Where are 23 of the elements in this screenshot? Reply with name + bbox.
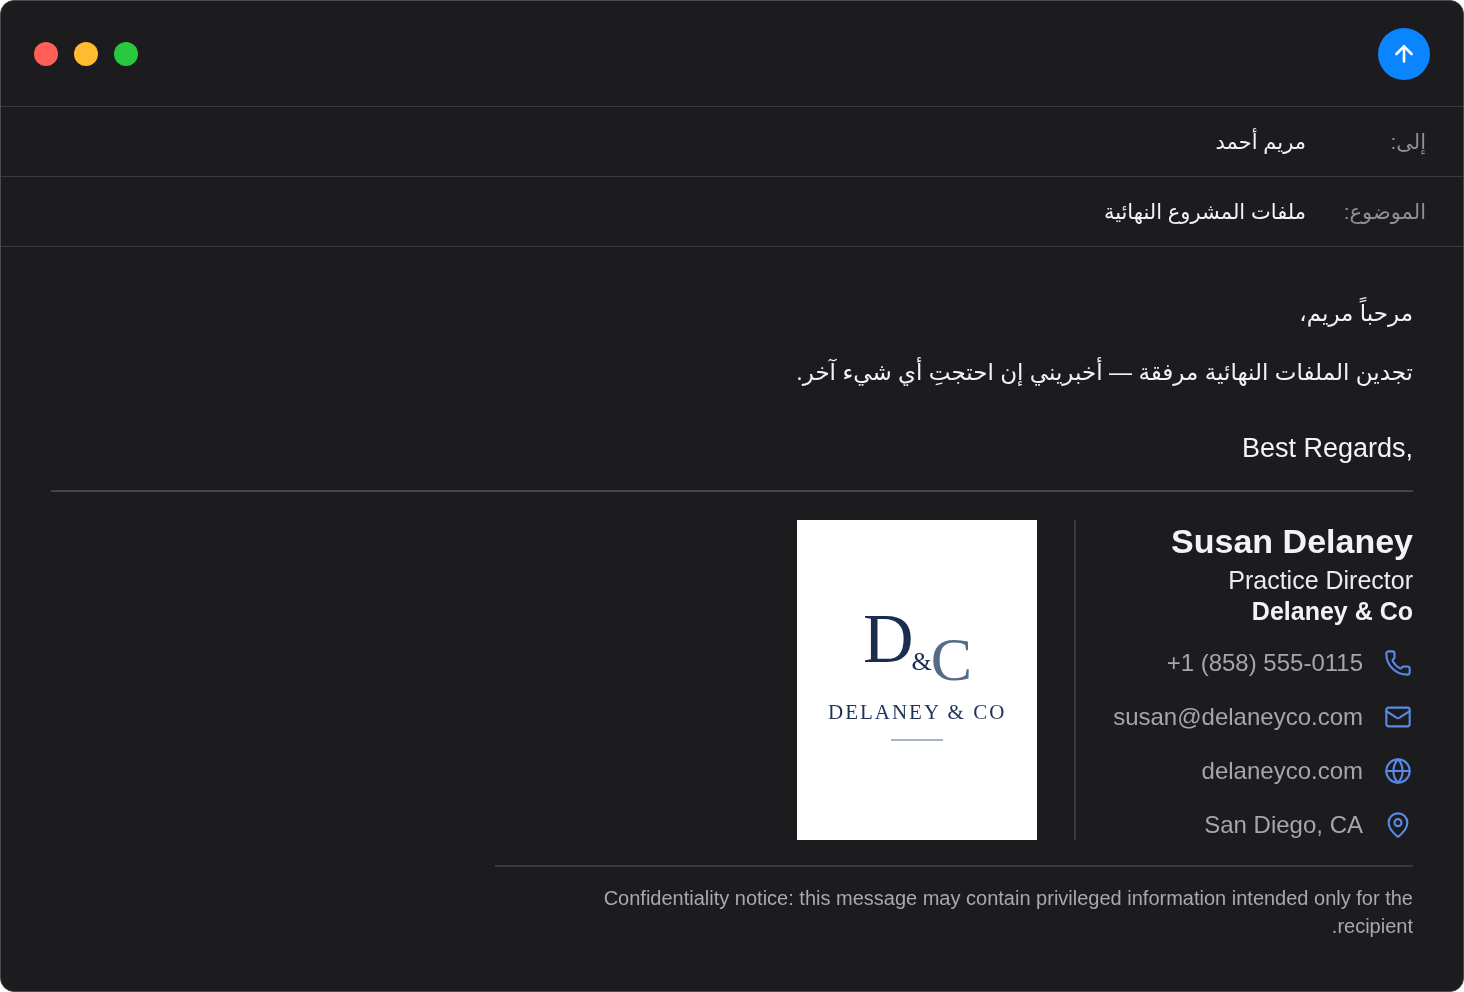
confidentiality-notice: Confidentiality notice: this message may contain privileged information intended only for the recipient. bbox=[602, 886, 1413, 939]
field-value[interactable]: ملفات المشروع النهائية bbox=[1103, 199, 1306, 224]
globe-icon bbox=[1383, 756, 1413, 786]
field-label: الموضوع: bbox=[1342, 199, 1426, 224]
location-text[interactable]: San Diego, CA bbox=[1204, 811, 1363, 839]
signature-title: Practice Director bbox=[1228, 565, 1413, 596]
zoom-button[interactable] bbox=[114, 41, 138, 66]
field-value[interactable]: مريم أحمد bbox=[1215, 129, 1306, 154]
monogram-logo: D&C bbox=[863, 616, 971, 682]
phone-number[interactable]: +1 (858) 555-0115 bbox=[1166, 649, 1363, 677]
email-address[interactable]: susan@delaneyco.com bbox=[1113, 703, 1363, 731]
closing-line: Best Regards, bbox=[1241, 432, 1413, 464]
close-button[interactable] bbox=[34, 41, 58, 66]
phone-icon bbox=[1383, 648, 1413, 678]
signature-name: Susan Delaney bbox=[1171, 521, 1413, 562]
send-button[interactable] bbox=[1378, 27, 1430, 80]
field-label: إلى: bbox=[1389, 129, 1426, 154]
message-paragraph: مرحباً مريم، bbox=[1299, 298, 1413, 328]
website-link[interactable]: delaneyco.com bbox=[1201, 757, 1363, 785]
logo-wordmark: DELANEY & CO bbox=[827, 700, 1007, 725]
message-paragraph: تجدين الملفات النهائية مرفقة — أخبريني إن احتجتِ أي شيء آخر. bbox=[796, 357, 1413, 387]
signature-company: Delaney & Co bbox=[1251, 596, 1413, 626]
minimize-button[interactable] bbox=[74, 41, 98, 66]
